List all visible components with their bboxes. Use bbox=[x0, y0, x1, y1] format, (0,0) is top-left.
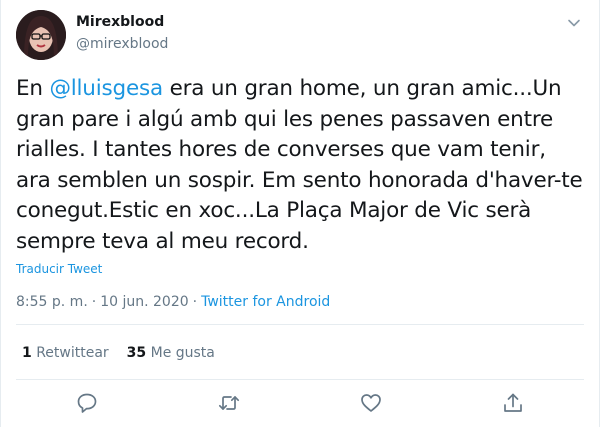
share-icon[interactable] bbox=[500, 390, 526, 416]
chevron-down-icon[interactable] bbox=[565, 14, 583, 32]
heart-icon[interactable] bbox=[358, 390, 384, 416]
retweets-label: Retwittear bbox=[36, 345, 109, 361]
likes-label: Me gusta bbox=[150, 345, 215, 361]
tweet-stats: 1 Retwittear 35 Me gusta bbox=[22, 345, 215, 361]
tweet-meta: 8:55 p. m. · 10 jun. 2020 · Twitter for Andr… bbox=[16, 294, 330, 310]
meta-separator: · bbox=[91, 294, 97, 310]
tweet-text: En @lluisgesa era un gran home, un gran … bbox=[16, 74, 586, 257]
tweet-actions bbox=[1, 390, 600, 416]
tweet-card: Mirexblood @mirexblood En @lluisgesa era… bbox=[0, 0, 600, 427]
divider bbox=[16, 379, 584, 380]
translate-tweet-link[interactable]: Traducir Tweet bbox=[16, 262, 102, 276]
meta-separator: · bbox=[192, 294, 198, 310]
tweet-date[interactable]: 10 jun. 2020 bbox=[100, 294, 188, 310]
author-handle[interactable]: @mirexblood bbox=[76, 36, 168, 52]
retweets-stat[interactable]: 1 Retwittear bbox=[22, 345, 109, 361]
retweets-count: 1 bbox=[22, 345, 32, 361]
tweet-source-link[interactable]: Twitter for Android bbox=[201, 294, 330, 310]
avatar[interactable] bbox=[16, 10, 66, 60]
author-display-name[interactable]: Mirexblood bbox=[76, 14, 164, 30]
likes-count: 35 bbox=[126, 345, 147, 361]
mention-link[interactable]: @lluisgesa bbox=[49, 76, 163, 101]
tweet-text-prefix: En bbox=[16, 76, 50, 101]
reply-icon[interactable] bbox=[74, 390, 100, 416]
retweet-icon[interactable] bbox=[216, 390, 242, 416]
divider bbox=[16, 324, 584, 325]
likes-stat[interactable]: 35 Me gusta bbox=[127, 345, 215, 361]
tweet-text-body: era un gran home, un gran amic...Un gran… bbox=[16, 76, 583, 254]
tweet-time[interactable]: 8:55 p. m. bbox=[16, 294, 88, 310]
